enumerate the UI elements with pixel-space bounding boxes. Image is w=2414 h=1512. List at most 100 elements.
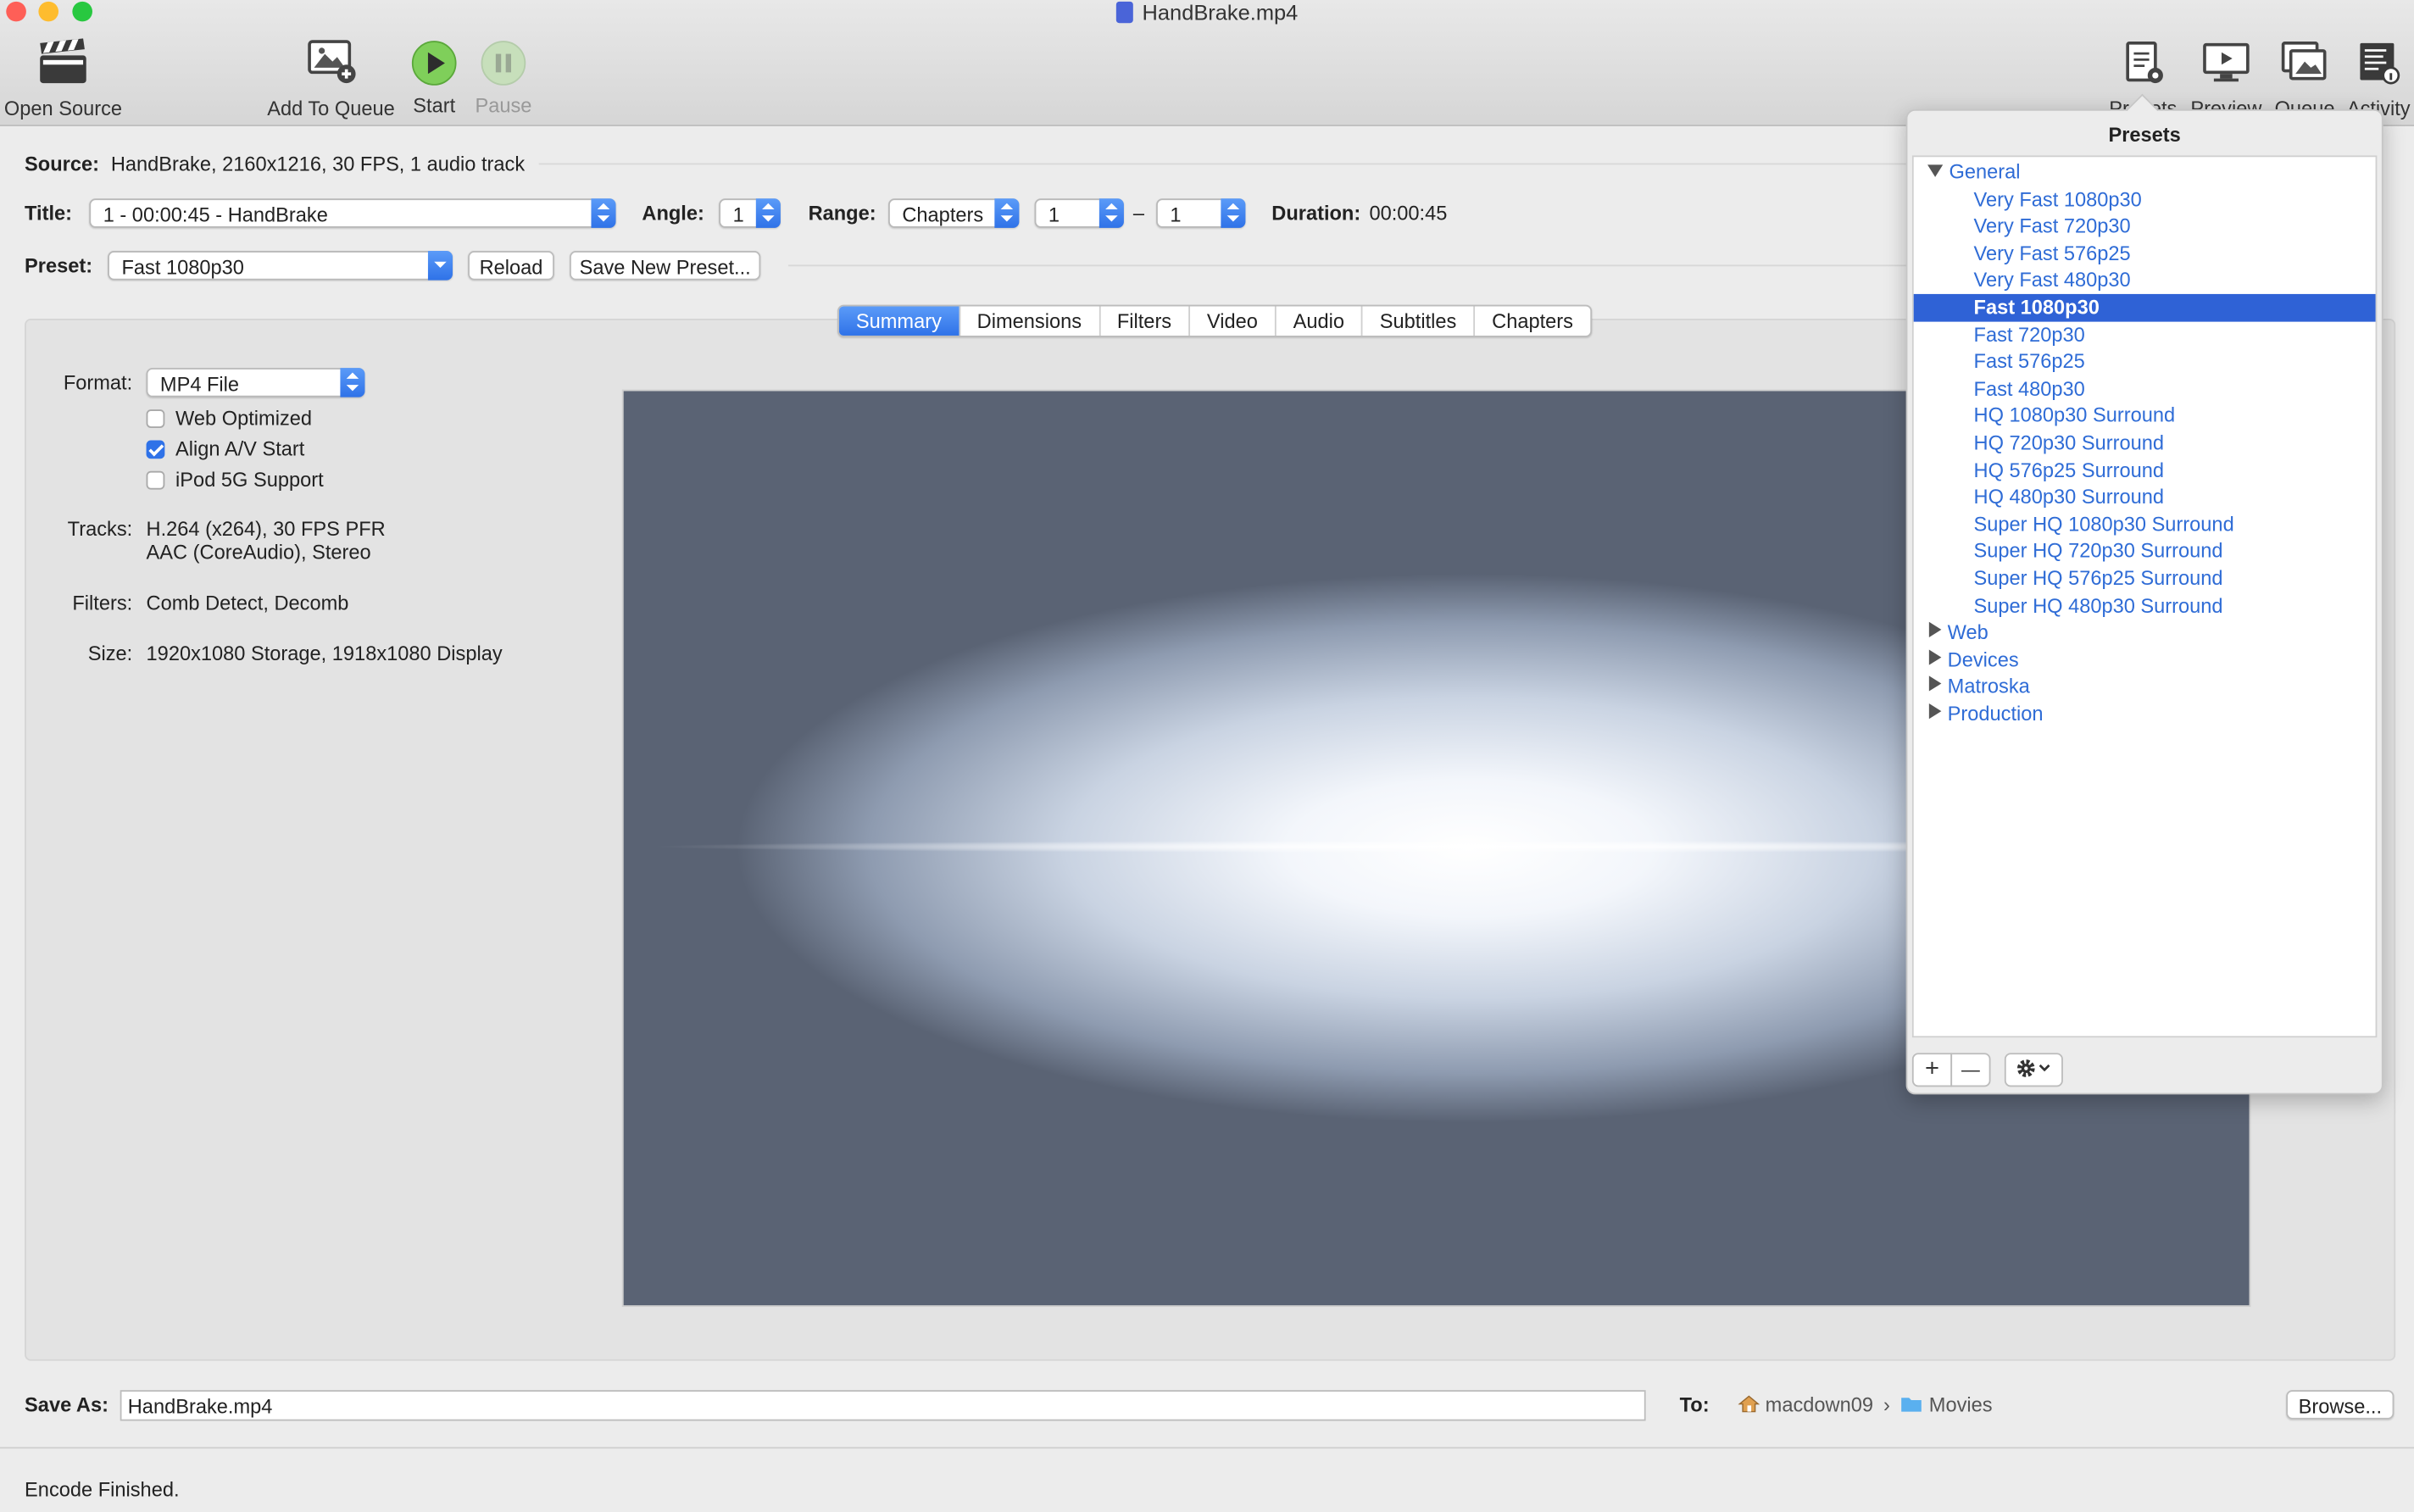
web-optimized-label: Web Optimized xyxy=(175,406,313,430)
size-value: 1920x1080 Storage, 1918x1080 Display xyxy=(146,642,503,665)
range-start-value: 1 xyxy=(1048,203,1060,227)
pause-button[interactable]: Pause xyxy=(471,40,536,117)
queue-button[interactable]: Queue xyxy=(2269,40,2340,120)
preset-value: Fast 1080p30 xyxy=(121,255,244,279)
pause-label: Pause xyxy=(475,93,532,118)
preview-button[interactable]: Preview xyxy=(2186,40,2266,120)
tracks-video-value: H.264 (x264), 30 FPS PFR xyxy=(146,517,386,541)
range-dash: – xyxy=(1132,201,1144,225)
path-folder: Movies xyxy=(1928,1392,1993,1417)
filters-label: Filters: xyxy=(72,591,133,614)
preset-group-general[interactable]: General xyxy=(1914,158,2389,186)
tab-video[interactable]: Video xyxy=(1190,306,1277,336)
save-new-preset-button[interactable]: Save New Preset... xyxy=(570,251,761,281)
range-end-popup[interactable]: 1 xyxy=(1156,198,1246,228)
source-value: HandBrake, 2160x1216, 30 FPS, 1 audio tr… xyxy=(110,152,526,176)
preset-item[interactable]: HQ 1080p30 Surround xyxy=(1914,403,2414,430)
ipod-5g-label: iPod 5G Support xyxy=(175,468,324,492)
tab-chapters[interactable]: Chapters xyxy=(1475,306,1590,336)
preset-item-selected[interactable]: Fast 1080p30 xyxy=(1913,293,2376,321)
presets-gear-icon xyxy=(2126,42,2163,84)
preset-item[interactable]: Super HQ 1080p30 Surround xyxy=(1914,511,2414,538)
preset-actions-button[interactable] xyxy=(2004,1053,2063,1087)
start-button[interactable]: Start xyxy=(403,40,465,117)
open-source-button[interactable]: Open Source xyxy=(0,37,126,120)
source-row: Source: HandBrake, 2160x1216, 30 FPS, 1 … xyxy=(25,153,525,175)
preset-item[interactable]: HQ 576p25 Surround xyxy=(1914,457,2414,484)
preset-group-label: Web xyxy=(1947,620,1988,644)
status-text: Encode Finished. xyxy=(25,1477,180,1501)
preset-group-production[interactable]: Production xyxy=(1914,700,2389,727)
format-chevrons-icon xyxy=(340,368,365,397)
tab-subtitles[interactable]: Subtitles xyxy=(1363,306,1476,336)
preset-popup[interactable]: Fast 1080p30 xyxy=(108,251,453,281)
preset-chevron-down-icon xyxy=(427,251,453,281)
to-label: To: xyxy=(1679,1392,1710,1417)
presets-list: General Very Fast 1080p30 Very Fast 720p… xyxy=(1911,155,2378,1038)
activity-button[interactable]: Activity xyxy=(2343,40,2414,120)
browse-button[interactable]: Browse... xyxy=(2286,1390,2395,1420)
preset-item[interactable]: Very Fast 576p25 xyxy=(1914,240,2414,267)
tracks-audio-value: AAC (CoreAudio), Stereo xyxy=(146,540,371,564)
preset-group-web[interactable]: Web xyxy=(1914,620,2389,647)
preset-item[interactable]: Very Fast 720p30 xyxy=(1914,213,2414,240)
add-photo-icon xyxy=(308,40,356,84)
disclosure-open-icon xyxy=(1927,164,1944,177)
preset-item[interactable]: Fast 576p25 xyxy=(1914,348,2414,375)
preset-item[interactable]: Super HQ 720p30 Surround xyxy=(1914,538,2414,565)
preset-group-label: Matroska xyxy=(1947,675,2030,698)
open-source-label: Open Source xyxy=(3,97,123,120)
tab-summary[interactable]: Summary xyxy=(838,306,960,336)
preset-item[interactable]: Super HQ 480p30 Surround xyxy=(1914,592,2414,620)
title-value: 1 - 00:00:45 - HandBrake xyxy=(103,203,328,227)
format-value: MP4 File xyxy=(159,372,240,396)
tab-dimensions[interactable]: Dimensions xyxy=(960,306,1100,336)
align-av-start-checkbox[interactable] xyxy=(146,440,165,459)
remove-preset-button[interactable]: — xyxy=(1950,1053,1991,1087)
source-label: Source: xyxy=(25,152,99,176)
preset-group-label: Devices xyxy=(1947,648,2019,671)
preset-item[interactable]: HQ 720p30 Surround xyxy=(1914,430,2414,457)
queue-photos-icon xyxy=(2281,42,2327,81)
disclosure-closed-icon xyxy=(1928,676,1942,692)
ipod-5g-checkbox[interactable] xyxy=(146,470,165,490)
web-optimized-checkbox[interactable] xyxy=(146,409,165,428)
tab-audio[interactable]: Audio xyxy=(1277,306,1363,336)
document-icon xyxy=(1115,1,1133,24)
window-title-text: HandBrake.mp4 xyxy=(1142,0,1299,25)
preset-group-devices[interactable]: Devices xyxy=(1914,646,2389,673)
title-popup[interactable]: 1 - 00:00:45 - HandBrake xyxy=(89,198,616,228)
add-preset-button[interactable]: + xyxy=(1911,1053,1953,1087)
reload-button[interactable]: Reload xyxy=(468,251,554,281)
format-popup[interactable]: MP4 File xyxy=(146,368,365,397)
preset-item[interactable]: HQ 480p30 Surround xyxy=(1914,484,2414,511)
destination-path[interactable]: macdown09 › Movies xyxy=(1738,1393,1993,1416)
preset-group-label: General xyxy=(1949,159,2021,184)
range-type-popup[interactable]: Chapters xyxy=(888,198,1020,228)
preset-label: Preset: xyxy=(25,253,93,277)
clapperboard-icon xyxy=(40,38,86,84)
range-end-value: 1 xyxy=(1170,203,1182,227)
preset-item[interactable]: Very Fast 480p30 xyxy=(1914,267,2414,294)
gear-menu-icon xyxy=(2016,1059,2050,1077)
duration-row: Duration: 00:00:45 xyxy=(1271,202,1447,225)
disclosure-closed-icon xyxy=(1928,649,1942,665)
preset-group-matroska[interactable]: Matroska xyxy=(1914,673,2389,700)
angle-popup[interactable]: 1 xyxy=(719,198,781,228)
preset-item[interactable]: Fast 720p30 xyxy=(1914,321,2414,348)
save-as-value: HandBrake.mp4 xyxy=(127,1394,273,1418)
duration-value: 00:00:45 xyxy=(1369,201,1448,225)
tab-filters[interactable]: Filters xyxy=(1100,306,1190,336)
align-av-start-label: Align A/V Start xyxy=(175,436,305,461)
preset-item[interactable]: Very Fast 1080p30 xyxy=(1914,186,2414,213)
range-start-popup[interactable]: 1 xyxy=(1034,198,1124,228)
settings-tabs: Summary Dimensions Filters Video Audio S… xyxy=(837,304,1592,337)
save-as-field[interactable]: HandBrake.mp4 xyxy=(120,1390,1646,1421)
add-to-queue-button[interactable]: Add To Queue xyxy=(264,37,397,120)
add-to-queue-label: Add To Queue xyxy=(267,97,395,120)
range-type-chevrons-icon xyxy=(994,198,1020,228)
disclosure-closed-icon xyxy=(1928,703,1942,720)
preset-item[interactable]: Super HQ 576p25 Surround xyxy=(1914,565,2414,592)
format-label: Format: xyxy=(63,370,133,394)
preset-item[interactable]: Fast 480p30 xyxy=(1914,375,2414,403)
